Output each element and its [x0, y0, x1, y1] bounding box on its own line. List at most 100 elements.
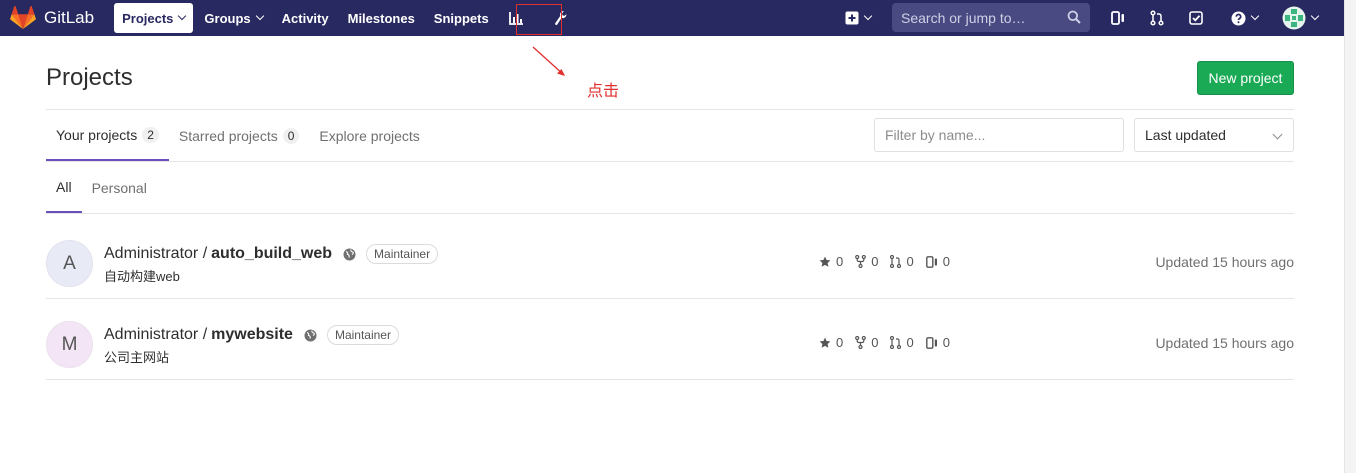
project-description: 自动构建web — [104, 269, 180, 284]
merge-requests-count: 0 — [906, 254, 914, 269]
project-namespace-link[interactable]: Administrator / — [104, 245, 207, 263]
annotation-text: 点击 — [587, 83, 620, 100]
nav-milestones[interactable]: Milestones — [340, 3, 423, 33]
gitlab-logo-icon — [10, 6, 36, 29]
project-stats: 0 0 0 0 — [819, 335, 962, 350]
project-description: 公司主网站 — [104, 350, 170, 365]
nav-snippets[interactable]: Snippets — [426, 3, 497, 33]
merge-requests-stat[interactable]: 0 — [890, 335, 914, 350]
plus-square-icon — [845, 11, 859, 25]
forks-count: 0 — [871, 335, 879, 350]
chevron-down-icon — [255, 11, 264, 21]
sort-value: Last updated — [1145, 127, 1226, 143]
search-placeholder: Search or jump to… — [901, 9, 1026, 26]
issues-count: 0 — [942, 335, 950, 350]
vertical-scrollbar[interactable] — [1344, 0, 1356, 473]
nav-snippets-label: Snippets — [433, 10, 489, 26]
filter-by-name-input[interactable]: Filter by name... — [874, 118, 1124, 152]
last-updated-time: Updated 15 hours ago — [1155, 254, 1294, 270]
project-row: M Administrator / mywebsite Maintainer 公… — [46, 299, 1294, 380]
nav-projects-label: Projects — [122, 10, 174, 26]
project-title: Administrator / auto_build_web Maintaine… — [104, 244, 439, 264]
issues-stat[interactable]: 0 — [925, 335, 950, 350]
forks-stat[interactable]: 0 — [855, 254, 878, 269]
chevron-down-icon — [178, 11, 187, 21]
todo-check-icon — [1189, 11, 1203, 25]
annotation-highlight-box — [516, 4, 562, 35]
project-avatar[interactable]: M — [46, 321, 93, 368]
tab-explore-projects-label: Explore projects — [319, 127, 420, 144]
filter-placeholder: Filter by name... — [885, 127, 986, 143]
stars-stat[interactable]: 0 — [819, 335, 843, 350]
project-row: A Administrator / auto_build_web Maintai… — [46, 218, 1294, 299]
issues-nav-button[interactable] — [1104, 0, 1132, 36]
chevron-down-icon — [1310, 11, 1320, 21]
gitlab-home-link[interactable]: GitLab — [10, 0, 114, 36]
sort-select[interactable]: Last updated — [1134, 118, 1294, 152]
merge-requests-count: 0 — [906, 335, 914, 350]
project-namespace-link[interactable]: Administrator / — [104, 326, 207, 344]
project-stats: 0 0 0 0 — [819, 254, 962, 269]
project-name-link[interactable]: mywebsite — [211, 326, 293, 344]
search-icon — [1067, 10, 1081, 24]
starred-projects-count-badge: 0 — [282, 127, 300, 144]
subtab-all-label: All — [56, 178, 72, 195]
stars-count: 0 — [836, 335, 844, 350]
help-icon — [1231, 11, 1245, 25]
access-role-badge: Maintainer — [326, 325, 399, 345]
globe-public-icon — [343, 248, 356, 261]
forks-stat[interactable]: 0 — [855, 335, 878, 350]
stars-count: 0 — [836, 254, 844, 269]
nav-milestones-label: Milestones — [347, 10, 415, 26]
subtab-all[interactable]: All — [46, 162, 82, 213]
issues-count: 0 — [942, 254, 950, 269]
tab-your-projects[interactable]: Your projects 2 — [46, 110, 169, 161]
merge-request-icon — [1150, 10, 1164, 26]
page-title: Projects — [46, 64, 133, 91]
help-dropdown[interactable] — [1226, 0, 1262, 36]
last-updated-time: Updated 15 hours ago — [1155, 335, 1294, 351]
chevron-down-icon — [1272, 129, 1283, 140]
star-icon — [819, 337, 831, 348]
nav-groups-dropdown[interactable]: Groups — [196, 3, 270, 33]
nav-groups-label: Groups — [204, 10, 251, 26]
tab-your-projects-label: Your projects — [56, 126, 138, 143]
issues-icon — [1111, 11, 1124, 25]
project-title: Administrator / mywebsite Maintainer — [104, 325, 399, 345]
new-dropdown[interactable] — [840, 0, 876, 36]
globe-public-icon — [304, 329, 317, 342]
your-projects-count-badge: 2 — [142, 126, 159, 143]
merge-requests-stat[interactable]: 0 — [890, 254, 914, 269]
subtab-personal-label: Personal — [91, 179, 147, 196]
fork-icon — [855, 255, 867, 268]
project-name-link[interactable]: auto_build_web — [211, 245, 332, 263]
todos-nav-button[interactable] — [1182, 0, 1210, 36]
project-filter-subtabs: All Personal — [46, 162, 157, 214]
issues-icon — [925, 255, 937, 268]
issues-stat[interactable]: 0 — [925, 254, 950, 269]
nav-activity-label: Activity — [281, 10, 329, 26]
tab-starred-projects-label: Starred projects — [178, 127, 278, 144]
subtabs-divider — [46, 213, 1294, 214]
merge-request-icon — [890, 255, 902, 268]
new-project-button[interactable]: New project — [1197, 61, 1294, 95]
tab-explore-projects[interactable]: Explore projects — [309, 110, 429, 161]
access-role-badge: Maintainer — [366, 244, 439, 264]
search-input[interactable]: Search or jump to… — [892, 3, 1090, 32]
tab-starred-projects[interactable]: Starred projects 0 — [169, 110, 310, 161]
user-avatar-icon — [1282, 6, 1306, 30]
stars-stat[interactable]: 0 — [819, 254, 843, 269]
merge-request-icon — [890, 336, 902, 349]
nav-projects-dropdown[interactable]: Projects — [114, 3, 194, 33]
nav-activity[interactable]: Activity — [274, 3, 337, 33]
project-avatar[interactable]: A — [46, 240, 93, 287]
annotation-arrow-icon — [532, 46, 565, 76]
row-divider — [46, 379, 1294, 380]
tabs-divider — [46, 161, 1294, 162]
chevron-down-icon — [863, 11, 873, 21]
merge-requests-nav-button[interactable] — [1143, 0, 1171, 36]
project-scope-tabs: Your projects 2 Starred projects 0 Explo… — [46, 110, 430, 162]
subtab-personal[interactable]: Personal — [82, 162, 157, 213]
star-icon — [819, 256, 831, 267]
user-menu-dropdown[interactable] — [1279, 0, 1321, 36]
